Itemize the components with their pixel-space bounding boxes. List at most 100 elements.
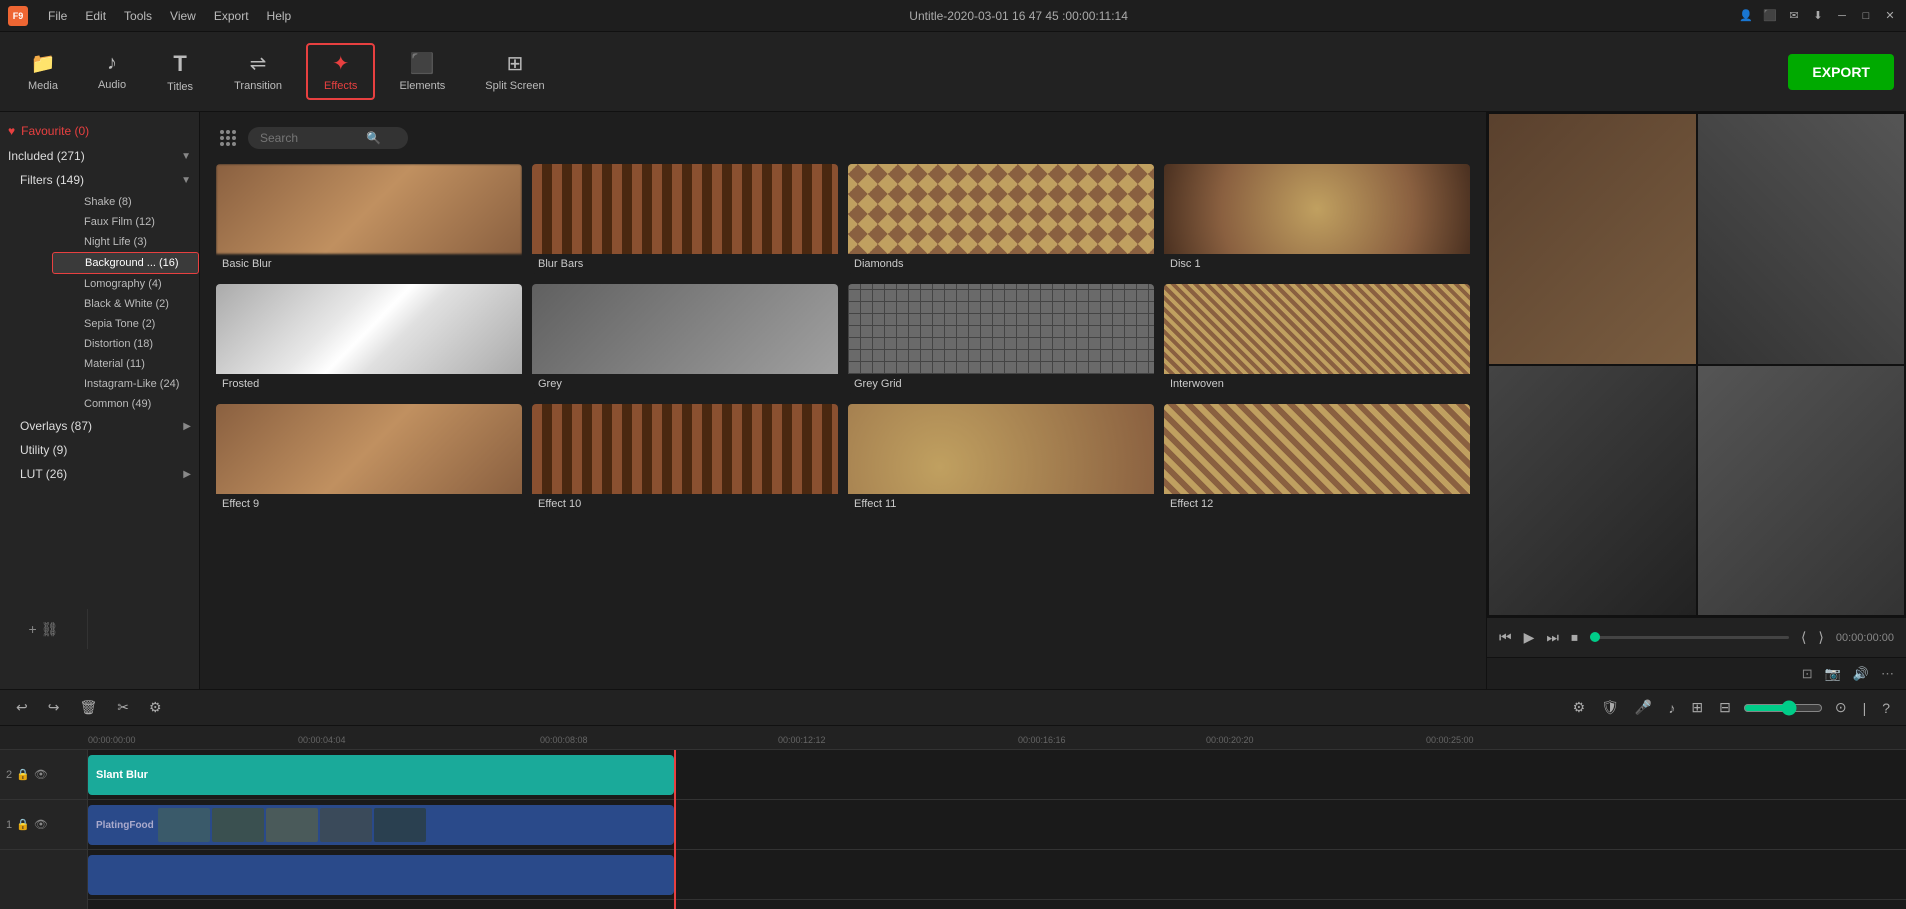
titlebar: F9 File Edit Tools View Export Help Unti…	[0, 0, 1906, 32]
track-1-visible-btn[interactable]: 👁	[34, 818, 48, 831]
preview-more-btn[interactable]: ⋯	[1881, 666, 1894, 682]
filter-sepia-tone[interactable]: Sepia Tone (2)	[52, 314, 199, 334]
track-2-lock-btn[interactable]: 🔒	[16, 768, 30, 781]
next-frame-btn[interactable]: ⏭	[1546, 629, 1559, 646]
add-track-btn[interactable]: +	[29, 621, 37, 637]
toolbar-effects[interactable]: ✦ Effects	[306, 43, 375, 100]
effect-11[interactable]: Effect 11	[848, 404, 1154, 514]
user-icon[interactable]: 👤	[1738, 8, 1754, 24]
track-1-lock-btn[interactable]: 🔒	[16, 818, 30, 831]
redo-btn[interactable]: ↪	[44, 695, 64, 720]
cloud-icon[interactable]: ⬛	[1762, 8, 1778, 24]
maximize-btn[interactable]: □	[1858, 8, 1874, 24]
ruler-label-3: 00:00:12:12	[778, 735, 826, 745]
trim-start-btn[interactable]: ⟨	[1801, 629, 1806, 646]
toolbar-transition[interactable]: ⇌ Transition	[218, 45, 298, 98]
preview-fullscreen-btn[interactable]: ⊡	[1802, 666, 1813, 682]
effect-frosted[interactable]: Frosted	[216, 284, 522, 394]
trim-end-btn[interactable]: ⟩	[1818, 629, 1823, 646]
overlays-header[interactable]: Overlays (87) ▶	[20, 414, 199, 438]
download-icon[interactable]: ⬇	[1810, 8, 1826, 24]
clip-plating-food[interactable]: PlatingFood	[88, 805, 674, 845]
fit-btn[interactable]: ⊙	[1831, 695, 1851, 720]
filter-night-life-label: Night Life (3)	[84, 236, 147, 248]
filter-shake[interactable]: Shake (8)	[52, 192, 199, 212]
grid-view-icon[interactable]	[216, 126, 240, 150]
menu-view[interactable]: View	[162, 7, 204, 25]
snap-btn[interactable]: |	[1859, 696, 1871, 720]
close-btn[interactable]: ✕	[1882, 8, 1898, 24]
cut-btn[interactable]: ✂	[113, 695, 133, 720]
menu-help[interactable]: Help	[259, 7, 300, 25]
filter-black-white[interactable]: Black & White (2)	[52, 294, 199, 314]
included-label: Included (271)	[8, 149, 85, 163]
effect-basic-blur[interactable]: Basic Blur	[216, 164, 522, 274]
utility-header[interactable]: Utility (9)	[20, 438, 199, 462]
clip-slant-blur[interactable]: Slant Blur	[88, 755, 674, 795]
track-1-id: 1	[6, 819, 12, 831]
menu-file[interactable]: File	[40, 7, 75, 25]
filter-lomography[interactable]: Lomography (4)	[52, 274, 199, 294]
timeline-toolbar: ↩ ↪ 🗑 ✂ ⚙ ⚙ 🛡 🎤 ♪ ⊞ ⊟ ⊙ | ?	[0, 690, 1906, 726]
lut-header[interactable]: LUT (26) ▶	[20, 462, 199, 486]
sidebar-utility: Utility (9)	[0, 438, 199, 462]
settings-btn[interactable]: ⚙	[1569, 695, 1590, 720]
effect-blur-bars[interactable]: Blur Bars	[532, 164, 838, 274]
unlink-btn[interactable]: ⛓	[41, 621, 59, 638]
effect-grey-grid[interactable]: Grey Grid	[848, 284, 1154, 394]
search-input[interactable]	[260, 131, 360, 145]
effect-9[interactable]: Effect 9	[216, 404, 522, 514]
filter-material[interactable]: Material (11)	[52, 354, 199, 374]
effect-10[interactable]: Effect 10	[532, 404, 838, 514]
music-btn[interactable]: ♪	[1664, 696, 1679, 720]
filter-instagram[interactable]: Instagram-Like (24)	[52, 374, 199, 394]
menu-tools[interactable]: Tools	[116, 7, 160, 25]
effect-diamonds[interactable]: Diamonds	[848, 164, 1154, 274]
mic-btn[interactable]: 🎤	[1631, 695, 1656, 720]
preview-volume-btn[interactable]: 🔊	[1853, 666, 1869, 682]
play-pause-btn[interactable]: ▶	[1524, 629, 1535, 646]
toolbar-split-screen[interactable]: ⊞ Split Screen	[469, 45, 560, 98]
food-thumb-2	[212, 808, 264, 842]
adjust-btn[interactable]: ⚙	[145, 695, 166, 720]
effect-grey[interactable]: Grey	[532, 284, 838, 394]
menu-export[interactable]: Export	[206, 7, 257, 25]
filter-distortion[interactable]: Distortion (18)	[52, 334, 199, 354]
effect-basic-blur-thumb	[216, 164, 522, 254]
export-button[interactable]: EXPORT	[1788, 54, 1894, 90]
favourite-section[interactable]: ♥ Favourite (0)	[0, 118, 199, 144]
utility-label: Utility (9)	[20, 443, 67, 457]
undo-btn[interactable]: ↩	[12, 695, 32, 720]
toolbar-audio[interactable]: ♪ Audio	[82, 46, 142, 97]
preview-snapshot-btn[interactable]: 📷	[1825, 666, 1841, 682]
filter-common[interactable]: Common (49)	[52, 394, 199, 414]
zoom-slider[interactable]	[1743, 700, 1823, 716]
clip-blue-base[interactable]	[88, 855, 674, 895]
toolbar-elements[interactable]: ⬛ Elements	[383, 45, 461, 98]
minimize-btn[interactable]: ─	[1834, 8, 1850, 24]
toolbar-titles[interactable]: T Titles	[150, 45, 210, 99]
help-btn[interactable]: ?	[1878, 696, 1894, 720]
preview-progress-bar[interactable]	[1590, 636, 1789, 639]
track-2-visible-btn[interactable]: 👁	[34, 768, 48, 781]
prev-frame-btn[interactable]: ⏮	[1499, 629, 1512, 646]
sidebar-included-group[interactable]: Included (271) ▼	[0, 144, 199, 168]
shield-btn[interactable]: 🛡	[1597, 695, 1623, 720]
filter-background[interactable]: Background ... (16)	[52, 252, 199, 274]
search-bar[interactable]: 🔍	[248, 127, 408, 149]
mail-icon[interactable]: ✉	[1786, 8, 1802, 24]
effect-interwoven[interactable]: Interwoven	[1164, 284, 1470, 394]
filter-faux-film[interactable]: Faux Film (12)	[52, 212, 199, 232]
filter-night-life[interactable]: Night Life (3)	[52, 232, 199, 252]
menu-edit[interactable]: Edit	[77, 7, 114, 25]
zoom-out-btn[interactable]: ⊟	[1715, 695, 1735, 720]
filters-header[interactable]: Filters (149) ▼	[20, 168, 199, 192]
effect-12[interactable]: Effect 12	[1164, 404, 1470, 514]
delete-btn[interactable]: 🗑	[75, 695, 101, 720]
effect-disc1[interactable]: Disc 1	[1164, 164, 1470, 274]
toolbar-media[interactable]: 📁 Media	[12, 45, 74, 98]
sidebar-lut: LUT (26) ▶	[0, 462, 199, 486]
timeline: ↩ ↪ 🗑 ✂ ⚙ ⚙ 🛡 🎤 ♪ ⊞ ⊟ ⊙ | ? 00:00:00:00 …	[0, 689, 1906, 909]
stop-btn[interactable]: ⏹	[1571, 629, 1578, 646]
zoom-in-area-btn[interactable]: ⊞	[1687, 695, 1707, 720]
